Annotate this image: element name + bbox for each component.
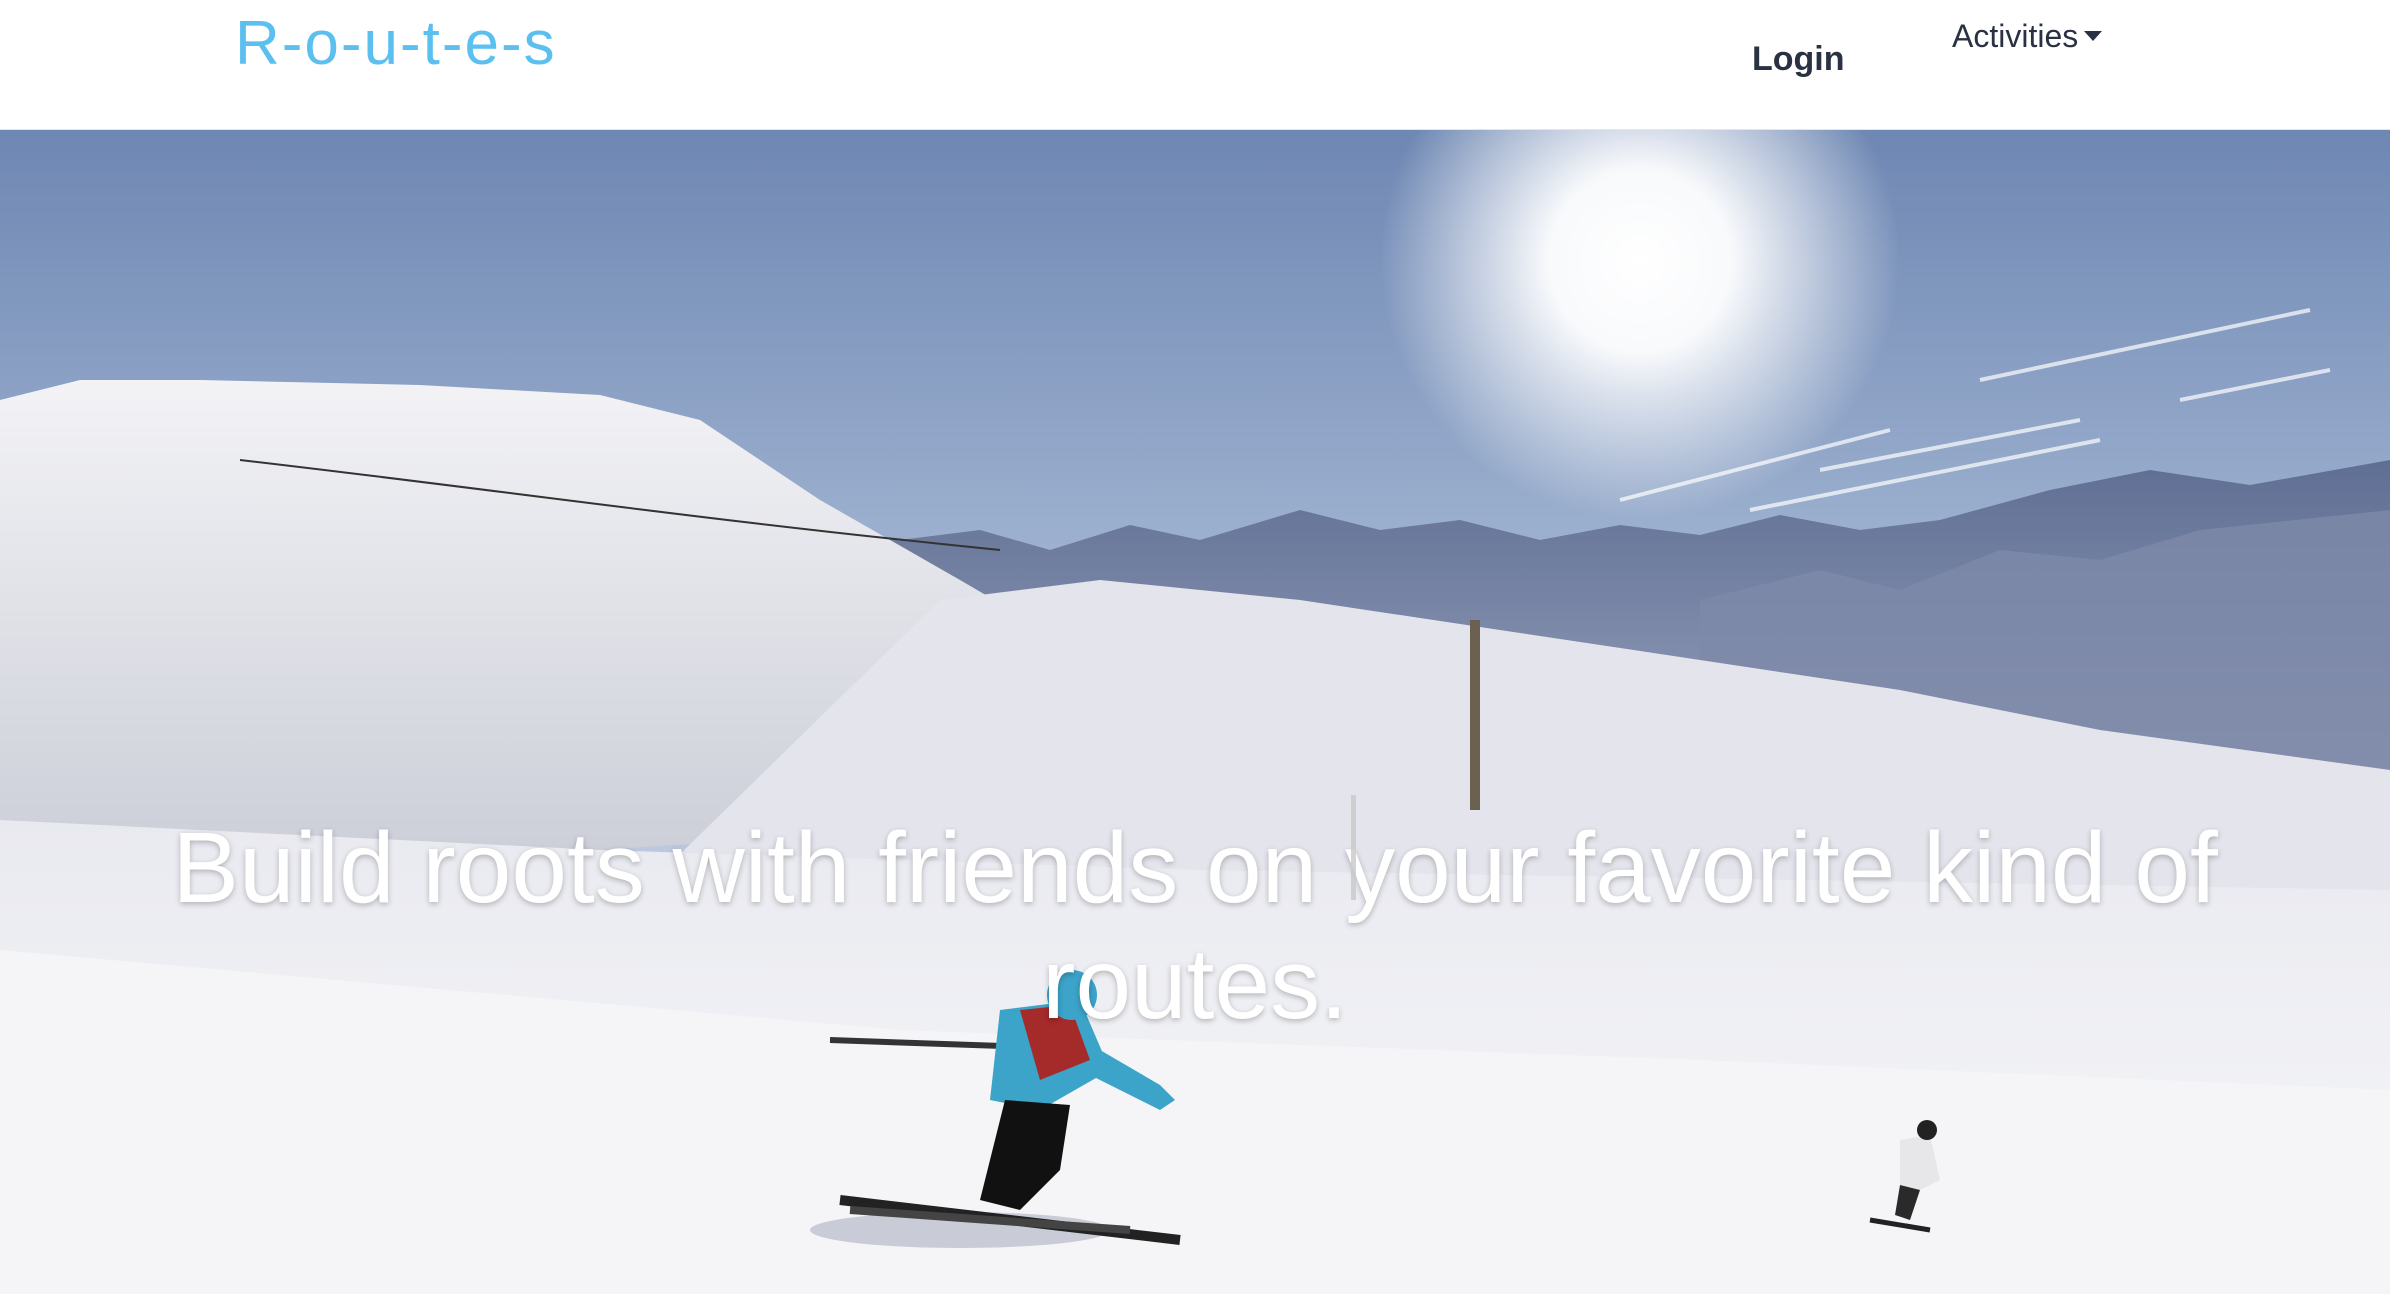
activities-label: Activities <box>1952 18 2079 54</box>
activities-dropdown[interactable]: Activities <box>1952 18 2103 55</box>
ski-scene-image <box>0 130 2390 1294</box>
hero-heading: Build roots with friends on your favorit… <box>172 812 2218 1040</box>
caret-down-icon <box>2084 30 2103 41</box>
hero-video: Build roots with friends on your favorit… <box>0 130 2390 1294</box>
top-navbar: R-o-u-t-e-s Login Activities <box>0 0 2390 130</box>
login-link[interactable]: Login <box>1752 40 1845 79</box>
brand-logo-link[interactable]: R-o-u-t-e-s <box>235 8 557 79</box>
text-cursor <box>1351 795 1356 900</box>
